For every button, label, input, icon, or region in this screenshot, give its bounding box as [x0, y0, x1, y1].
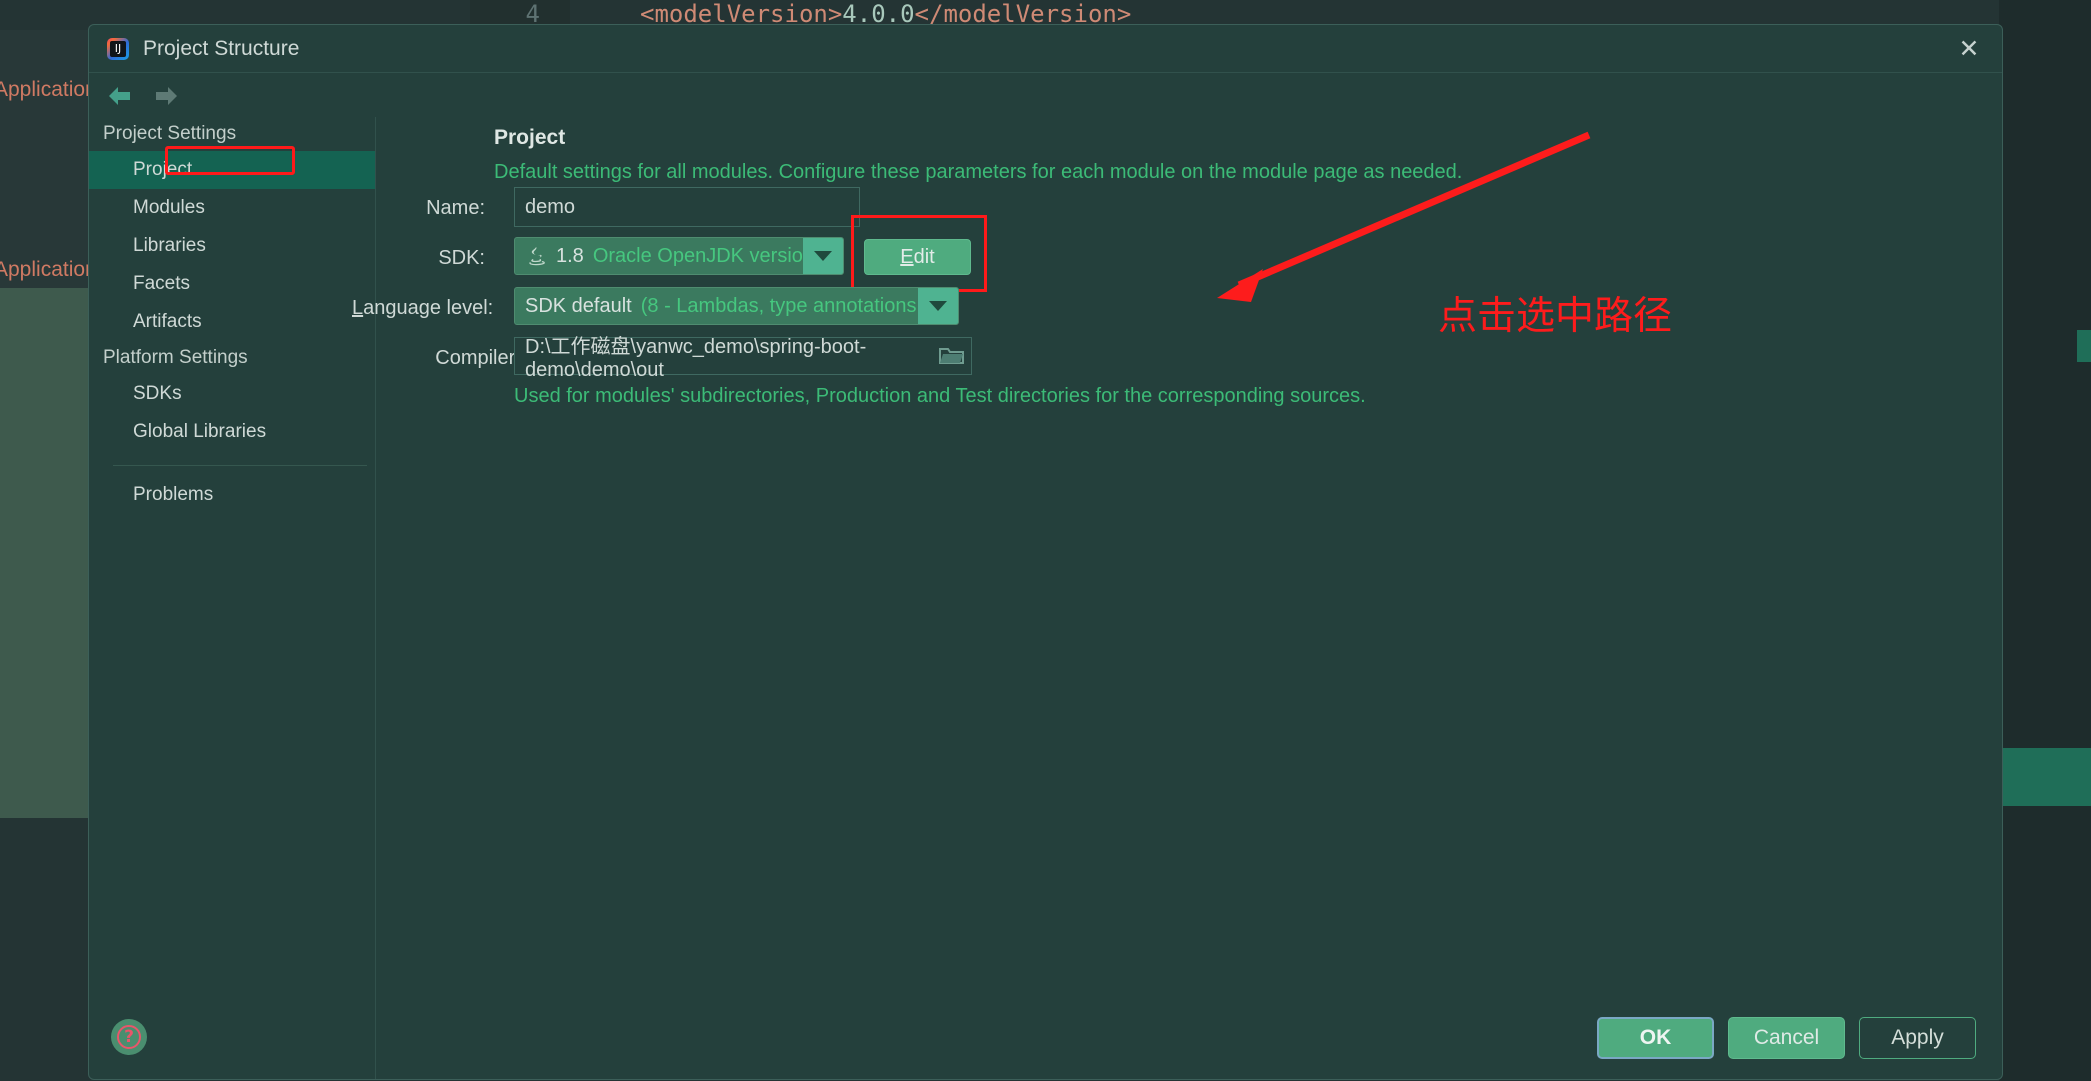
background-right-gutter — [1999, 0, 2091, 1081]
language-level-value: SDK default — [525, 295, 632, 318]
java-icon — [525, 244, 547, 268]
language-level-combobox-face: SDK default (8 - Lambdas, type annotatio… — [515, 288, 918, 324]
background-app-label-top: Application — [0, 78, 97, 102]
background-marker-2 — [1999, 748, 2091, 806]
sidebar-item-facets[interactable]: Facets — [89, 265, 375, 303]
apply-button[interactable]: Apply — [1859, 1017, 1976, 1059]
cancel-button[interactable]: Cancel — [1728, 1017, 1845, 1059]
navigation-bar — [89, 73, 2002, 117]
background-left-panel-bottom — [0, 288, 90, 818]
folder-icon[interactable] — [939, 345, 965, 367]
intellij-idea-icon: IJ — [107, 38, 129, 60]
sidebar-divider — [113, 465, 367, 466]
sidebar-item-project[interactable]: Project — [89, 151, 375, 189]
edit-button-label-rest: dit — [914, 246, 935, 269]
sidebar-item-sdks[interactable]: SDKs — [89, 375, 375, 413]
sidebar-group-project-settings: Project Settings — [89, 117, 375, 151]
edit-button-mnemonic: E — [900, 246, 913, 269]
language-level-detail: (8 - Lambdas, type annotations etc.) — [641, 295, 918, 318]
sdk-combobox[interactable]: 1.8 Oracle OpenJDK version 1.8.0_181 — [514, 237, 844, 275]
dialog-titlebar: IJ Project Structure ✕ — [89, 25, 2002, 73]
name-input[interactable]: demo — [514, 187, 860, 227]
language-level-combobox[interactable]: SDK default (8 - Lambdas, type annotatio… — [514, 287, 959, 325]
chevron-down-icon[interactable] — [803, 238, 843, 274]
background-marker-1 — [2077, 330, 2091, 362]
sdk-version: 1.8 — [556, 245, 584, 268]
sidebar-item-artifacts[interactable]: Artifacts — [89, 303, 375, 341]
help-question-icon[interactable]: ? — [111, 1019, 147, 1055]
sdk-combobox-face: 1.8 Oracle OpenJDK version 1.8.0_181 — [515, 238, 803, 274]
background-app-label-bottom: Application — [0, 258, 97, 282]
sdk-label: SDK: — [377, 247, 485, 270]
dialog-footer-buttons: OK Cancel Apply — [1597, 1017, 1976, 1059]
edit-sdk-button[interactable]: Edit — [864, 239, 971, 275]
compiler-output-hint: Used for modules' subdirectories, Produc… — [514, 385, 1366, 408]
name-label: Name: — [377, 197, 485, 220]
language-level-mnemonic: L — [352, 297, 363, 319]
sdk-detail: Oracle OpenJDK version 1.8.0_181 — [593, 245, 803, 268]
settings-sidebar: Project Settings Project Modules Librari… — [89, 117, 376, 1079]
sidebar-item-global-libraries[interactable]: Global Libraries — [89, 413, 375, 451]
chevron-down-icon[interactable] — [918, 288, 958, 324]
dialog-title: Project Structure — [143, 37, 299, 61]
help-glyph: ? — [117, 1025, 141, 1049]
compiler-output-value: D:\工作磁盘\yanwc_demo\spring-boot-demo\demo… — [525, 330, 961, 382]
ok-button[interactable]: OK — [1597, 1017, 1714, 1059]
arrow-right-icon[interactable] — [151, 83, 181, 109]
sidebar-item-modules[interactable]: Modules — [89, 189, 375, 227]
sidebar-item-problems[interactable]: Problems — [89, 476, 375, 514]
page-title: Project — [494, 126, 565, 150]
page-description: Default settings for all modules. Config… — [494, 161, 1462, 184]
compiler-output-input[interactable]: D:\工作磁盘\yanwc_demo\spring-boot-demo\demo… — [514, 337, 972, 375]
project-settings-panel: Project Default settings for all modules… — [377, 117, 2002, 1079]
project-structure-dialog: IJ Project Structure ✕ Project Settings … — [88, 24, 2003, 1080]
arrow-left-icon[interactable] — [105, 83, 135, 109]
background-left-panel-top — [0, 30, 90, 288]
sidebar-item-libraries[interactable]: Libraries — [89, 227, 375, 265]
close-icon[interactable]: ✕ — [1952, 32, 1986, 66]
